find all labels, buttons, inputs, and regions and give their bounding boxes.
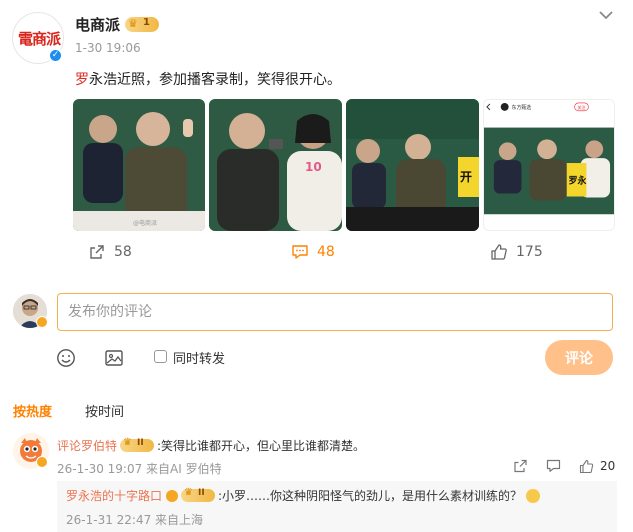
comment-reply-icon[interactable] — [546, 458, 561, 474]
reply-meta: 26-1-31 22:47 来自上海 — [66, 513, 204, 527]
commenter-vip-dot-icon — [36, 456, 48, 468]
comment-like-button[interactable]: 20 — [579, 458, 615, 474]
image4-sign-text: 罗永 — [569, 175, 587, 187]
forward-label[interactable]: 同时转发 — [173, 348, 225, 367]
reply-vip-level: II — [198, 488, 205, 498]
forward-checkbox[interactable] — [154, 350, 167, 363]
emoji-icon[interactable] — [56, 348, 76, 368]
comment-button[interactable]: 48 — [291, 243, 335, 261]
commenter-vip-badge[interactable]: ♛ II — [120, 437, 155, 452]
image-icon[interactable] — [104, 348, 124, 368]
post-image-3[interactable]: 开 — [346, 99, 479, 231]
like-count: 175 — [516, 244, 543, 260]
comment-text: :笑得比谁都开心，但心里比谁都清楚。 — [157, 439, 366, 453]
commenter-vip-level: II — [137, 438, 144, 448]
reply-vip-badge[interactable]: ♛ II — [181, 487, 216, 502]
svg-text:10: 10 — [305, 160, 322, 174]
crown-icon: ♛ — [128, 17, 138, 30]
vip-level: 1 — [143, 17, 150, 28]
share-button[interactable]: 58 — [88, 243, 132, 261]
comment-icon — [292, 245, 308, 259]
share-count: 58 — [114, 244, 132, 260]
share-icon — [90, 245, 104, 259]
comment-count: 48 — [317, 244, 335, 260]
chevron-down-icon[interactable] — [597, 6, 615, 24]
comment-meta: 26-1-30 19:07 来自AI 罗伯特 — [57, 462, 222, 476]
crown-icon: ♛ — [123, 437, 132, 448]
crown-icon: ♛ — [184, 487, 193, 498]
like-button[interactable]: 175 — [490, 243, 543, 261]
reply-text: :小罗……你这种阴阳怪气的劲儿，是用什么素材训练的？ — [218, 489, 523, 503]
post-image-2[interactable]: 10 — [209, 99, 342, 231]
post-text-body: 永浩近照，参加播客录制，笑得很开心。 — [89, 72, 341, 88]
comment-share-icon[interactable] — [513, 458, 528, 474]
tab-sort-time[interactable]: 按时间 — [85, 401, 124, 420]
post-text-highlight[interactable]: 罗 — [75, 72, 89, 88]
reply-author-dot-icon — [166, 489, 179, 502]
post-time[interactable]: 1-30 19:06 — [75, 41, 141, 55]
image4-header: 东方甄选 — [512, 104, 532, 111]
post-text: 罗永浩近照，参加播客录制，笑得很开心。 — [75, 69, 341, 89]
author-name[interactable]: 电商派 — [75, 14, 120, 35]
verified-check-icon: ✓ — [48, 48, 63, 63]
comment-text-line: 评论罗伯特 ♛ II :笑得比谁都开心，但心里比谁都清楚。 — [57, 437, 365, 454]
avatar-logo-text: 電商派 — [17, 30, 61, 48]
image4-follow-badge: 关注 — [578, 105, 586, 110]
my-vip-dot-icon — [36, 316, 48, 328]
post-image-1[interactable]: @电商派 — [73, 99, 205, 231]
thinking-emoji-icon — [526, 488, 541, 503]
comment-input[interactable] — [57, 293, 613, 331]
post-image-4[interactable]: 东方甄选 关注 罗永 — [483, 99, 615, 231]
reply-text-line: 罗永浩的十字路口 ♛ II :小罗……你这种阴阳怪气的劲儿，是用什么素材训练的？ — [66, 487, 541, 504]
svg-text:开: 开 — [460, 170, 472, 184]
comment-like-count: 20 — [600, 459, 616, 473]
tab-sort-hot[interactable]: 按热度 — [13, 401, 52, 420]
vip-badge[interactable]: ♛ 1 — [125, 17, 159, 32]
image-watermark: @电商派 — [133, 219, 157, 227]
submit-comment-button[interactable]: 评论 — [545, 340, 613, 375]
thumbs-up-icon — [579, 459, 594, 473]
thumbs-up-icon — [491, 244, 507, 260]
commenter-name[interactable]: 评论罗伯特 — [57, 439, 117, 453]
reply-author-name[interactable]: 罗永浩的十字路口 — [66, 489, 162, 503]
